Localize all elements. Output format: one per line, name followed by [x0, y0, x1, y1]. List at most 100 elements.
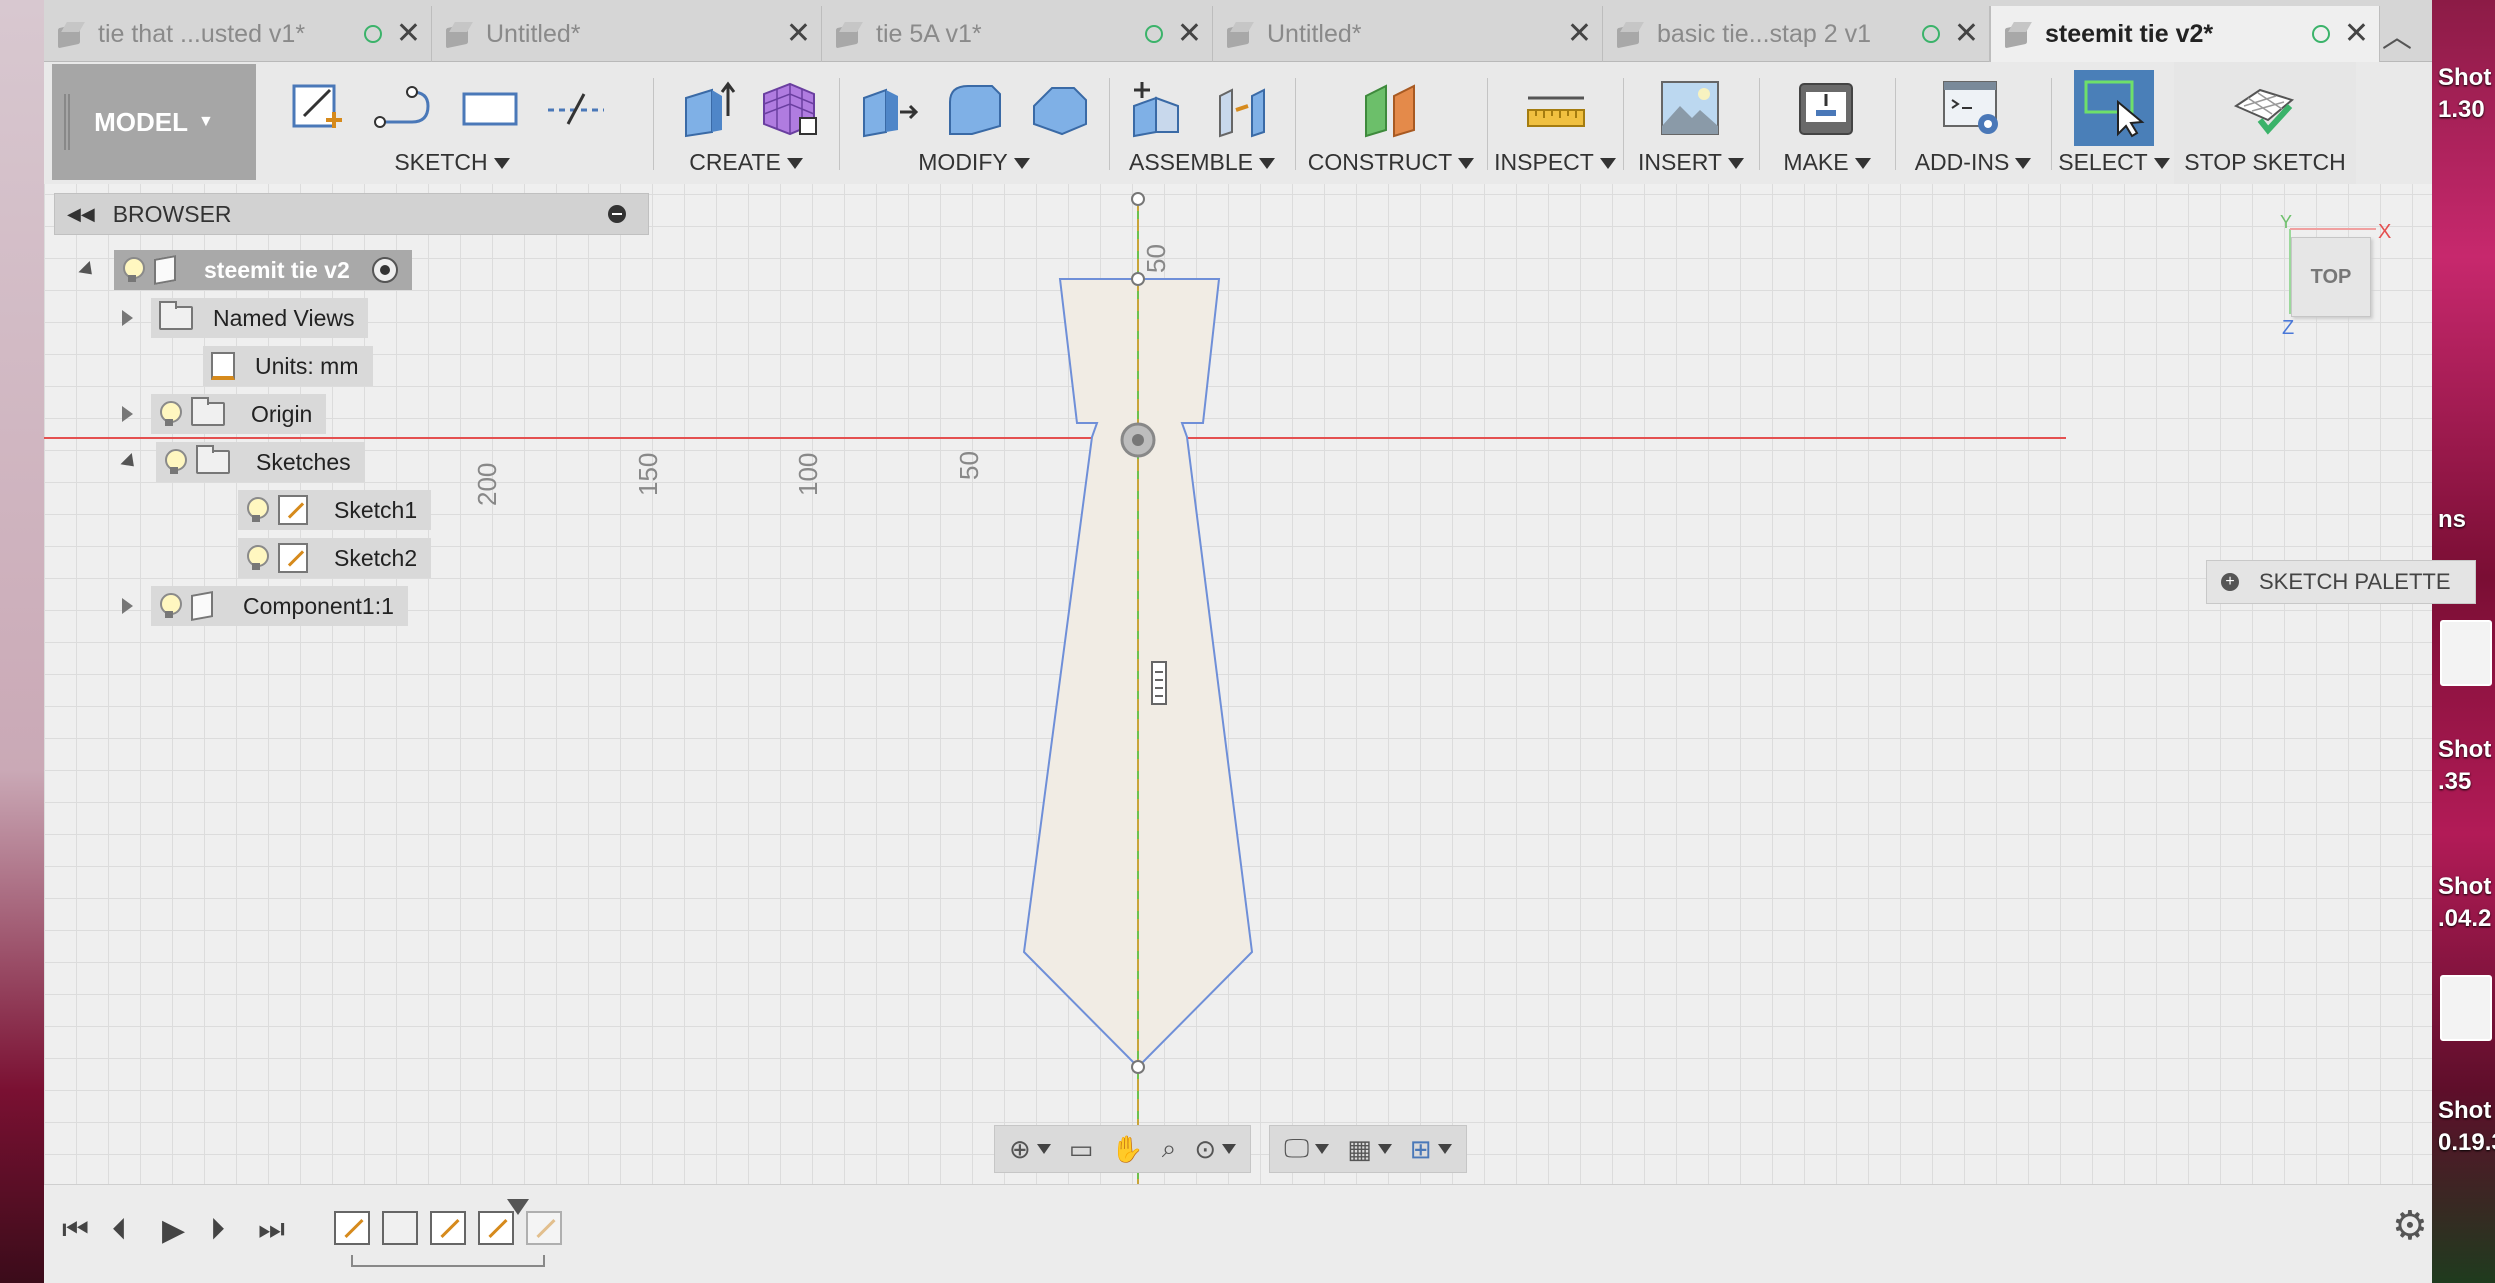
chevron-down-icon[interactable]	[1377, 1144, 1392, 1154]
press-pull-icon[interactable]	[856, 76, 920, 140]
workspace-switcher[interactable]: MODEL ▼	[52, 64, 256, 180]
3d-print-icon[interactable]	[1794, 76, 1858, 140]
chamfer-icon[interactable]	[1028, 76, 1092, 140]
go-to-end-icon[interactable]: ⏭	[258, 1213, 285, 1247]
play-icon[interactable]: ▶	[162, 1213, 185, 1248]
sketch-group[interactable]: SKETCH	[272, 62, 632, 184]
construct-group[interactable]: CONSTRUCT	[1298, 62, 1484, 184]
viewports-icon[interactable]: ⊞	[1410, 1134, 1432, 1165]
step-back-icon[interactable]: ⏴	[112, 1213, 127, 1247]
browser-node-component[interactable]: Component1:1	[122, 586, 408, 626]
node-pill[interactable]: Origin	[151, 394, 327, 434]
visibility-bulb-icon[interactable]	[122, 257, 145, 283]
construct-menu-label[interactable]: CONSTRUCT	[1298, 149, 1484, 176]
scripts-addins-icon[interactable]	[1940, 76, 2004, 140]
sketch-viewport[interactable]: 200 150 100 50 50 Y X Z	[44, 184, 2432, 1184]
close-icon[interactable]: ✕	[786, 19, 811, 49]
activate-radio-icon[interactable]	[371, 257, 398, 283]
timeline-sketch-feature-rolled-back[interactable]	[526, 1211, 562, 1245]
document-tab[interactable]: Untitled* ✕	[1213, 6, 1603, 62]
browser-node-sketch2[interactable]: Sketch2	[238, 538, 432, 578]
inspect-group[interactable]: INSPECT	[1490, 62, 1620, 184]
create-group[interactable]: CREATE	[656, 62, 836, 184]
expand-toggle-icon[interactable]	[122, 406, 133, 422]
viewcube[interactable]: TOP	[2291, 237, 2371, 317]
document-tab[interactable]: tie that ...usted v1* ✕	[44, 6, 432, 62]
expand-toggle-icon[interactable]	[122, 310, 133, 326]
browser-node-units[interactable]: Units: mm	[203, 346, 373, 386]
chevron-down-icon[interactable]	[1222, 1144, 1237, 1154]
symmetry-constraint-icon[interactable]	[1151, 661, 1167, 705]
box-grid-icon[interactable]	[756, 76, 820, 140]
sketch-point[interactable]	[1131, 192, 1145, 206]
visibility-bulb-icon[interactable]	[164, 449, 187, 475]
grid-settings-icon[interactable]: ▦	[1347, 1134, 1372, 1165]
document-tab[interactable]: basic tie...stap 2 v1 ✕	[1603, 6, 1990, 62]
expand-toggle-icon[interactable]	[120, 452, 140, 472]
visibility-bulb-icon[interactable]	[246, 497, 269, 523]
inspect-menu-label[interactable]: INSPECT	[1490, 149, 1620, 176]
select-icon[interactable]	[2082, 76, 2146, 140]
stop-sketch-group[interactable]: STOP SKETCH	[2174, 62, 2356, 184]
chevron-down-icon[interactable]	[1437, 1144, 1452, 1154]
chevron-up-icon[interactable]: ︿	[2382, 12, 2412, 56]
desktop-file-thumbnail[interactable]	[2440, 975, 2492, 1041]
stop-sketch-icon[interactable]	[2232, 76, 2296, 140]
node-pill[interactable]: Sketch1	[238, 490, 432, 530]
go-to-start-icon[interactable]: ⏮	[62, 1213, 89, 1247]
modify-group[interactable]: MODIFY	[842, 62, 1106, 184]
create-menu-label[interactable]: CREATE	[656, 149, 836, 176]
measure-icon[interactable]	[1524, 76, 1588, 140]
browser-node-sketches[interactable]: Sketches	[120, 442, 365, 482]
timeline-extrude-feature[interactable]	[382, 1211, 418, 1245]
collapse-left-icon[interactable]: ◀◀	[67, 204, 95, 225]
close-icon[interactable]: ✕	[1177, 19, 1202, 49]
select-menu-label[interactable]: SELECT	[2054, 149, 2174, 176]
select-group[interactable]: SELECT	[2054, 62, 2174, 184]
minimize-icon[interactable]	[608, 205, 626, 223]
assemble-group[interactable]: ASSEMBLE	[1112, 62, 1292, 184]
zoom-window-icon[interactable]: ⊙	[1194, 1134, 1216, 1165]
node-pill[interactable]: Component1:1	[151, 586, 408, 626]
visibility-bulb-icon[interactable]	[159, 593, 182, 619]
browser-node-named-views[interactable]: Named Views	[122, 298, 369, 338]
document-tab-active[interactable]: steemit tie v2* ✕	[1990, 6, 2380, 62]
timeline-marker-handle[interactable]	[507, 1199, 529, 1215]
gear-icon[interactable]: ⚙	[2392, 1203, 2428, 1249]
pan-hand-icon[interactable]: ✋	[1111, 1134, 1143, 1165]
document-tab[interactable]: Untitled* ✕	[432, 6, 822, 62]
make-menu-label[interactable]: MAKE	[1762, 149, 1892, 176]
orbit-icon[interactable]: ⊕	[1009, 1134, 1031, 1165]
make-group[interactable]: MAKE	[1762, 62, 1892, 184]
browser-node-sketch1[interactable]: Sketch1	[238, 490, 432, 530]
expand-toggle-icon[interactable]	[122, 598, 133, 614]
node-pill[interactable]: Units: mm	[203, 346, 373, 386]
sketch-point[interactable]	[1131, 272, 1145, 286]
stop-sketch-label[interactable]: STOP SKETCH	[2174, 149, 2356, 176]
design-canvas[interactable]: 200 150 100 50 50 Y X Z	[44, 184, 2432, 1184]
new-component-icon[interactable]	[1126, 76, 1190, 140]
node-pill[interactable]: Sketches	[156, 442, 365, 482]
close-icon[interactable]: ✕	[1954, 19, 1979, 49]
desktop-file-thumbnail[interactable]	[2440, 620, 2492, 686]
expand-toggle-icon[interactable]	[78, 260, 98, 280]
insert-menu-label[interactable]: INSERT	[1626, 149, 1756, 176]
timeline-sketch-feature[interactable]	[430, 1211, 466, 1245]
addins-menu-label[interactable]: ADD-INS	[1898, 149, 2048, 176]
visibility-bulb-icon[interactable]	[159, 401, 182, 427]
rectangle-tool-icon[interactable]	[458, 76, 522, 140]
step-forward-icon[interactable]: ⏵	[210, 1213, 225, 1247]
joint-icon[interactable]	[1210, 76, 1274, 140]
root-pill[interactable]: steemit tie v2	[114, 250, 412, 290]
timeline-sketch-feature[interactable]	[334, 1211, 370, 1245]
node-pill[interactable]: Named Views	[151, 298, 369, 338]
sketch-menu-label[interactable]: SKETCH	[272, 149, 632, 176]
modify-menu-label[interactable]: MODIFY	[842, 149, 1106, 176]
fillet-icon[interactable]	[942, 76, 1006, 140]
visibility-bulb-icon[interactable]	[246, 545, 269, 571]
insert-image-icon[interactable]	[1658, 76, 1722, 140]
assemble-menu-label[interactable]: ASSEMBLE	[1112, 149, 1292, 176]
create-sketch-icon[interactable]	[286, 76, 350, 140]
node-pill[interactable]: Sketch2	[238, 538, 432, 578]
extrude-icon[interactable]	[676, 76, 740, 140]
